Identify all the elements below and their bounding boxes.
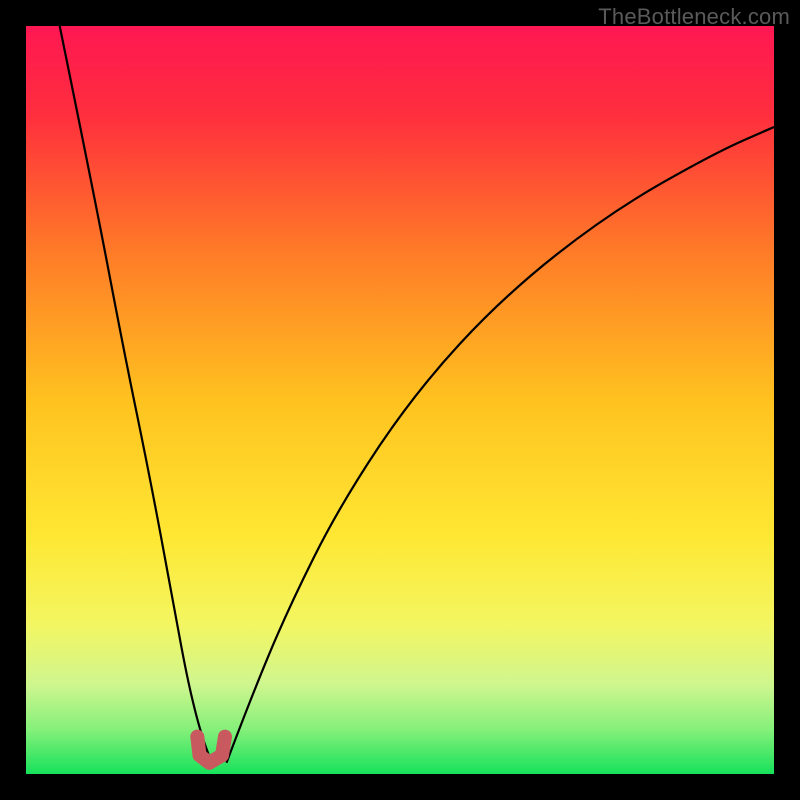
curve-layer — [26, 26, 774, 774]
plot-area — [26, 26, 774, 774]
watermark-text: TheBottleneck.com — [598, 4, 790, 30]
right-arm-curve — [227, 127, 775, 763]
chart-frame: TheBottleneck.com — [0, 0, 800, 800]
valley-marker — [197, 737, 225, 763]
left-arm-curve — [60, 26, 212, 763]
